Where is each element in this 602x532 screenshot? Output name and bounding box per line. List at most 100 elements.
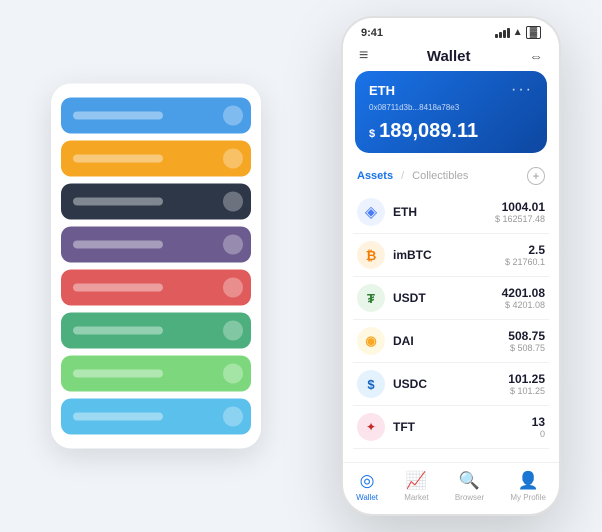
eth-symbol: ETH bbox=[393, 205, 417, 219]
status-bar: 9:41 ▲ ▓ bbox=[343, 18, 559, 43]
card-label-green bbox=[73, 327, 163, 335]
card-label-dark bbox=[73, 198, 163, 206]
usdt-amount: 4201.08 bbox=[502, 286, 545, 300]
tft-icon: ✦ bbox=[357, 413, 385, 441]
market-nav-icon: 📈 bbox=[406, 471, 427, 491]
asset-right-eth: 1004.01 $ 162517.48 bbox=[495, 200, 545, 224]
add-asset-button[interactable]: + bbox=[527, 167, 545, 185]
profile-nav-label: My Profile bbox=[510, 493, 546, 502]
card-row-light-green[interactable] bbox=[61, 356, 251, 392]
asset-left-usdc: $ USDC bbox=[357, 370, 427, 398]
battery-icon: ▓ bbox=[526, 26, 541, 39]
dai-amount: 508.75 bbox=[508, 329, 545, 343]
eth-card-address: 0x08711d3b...8418a78e3 bbox=[369, 103, 533, 112]
card-icon-orange bbox=[223, 149, 243, 169]
bottom-nav-browser[interactable]: 🔍 Browser bbox=[455, 471, 484, 502]
tab-collectibles[interactable]: Collectibles bbox=[412, 170, 468, 182]
market-nav-label: Market bbox=[404, 493, 428, 502]
card-icon-light-green bbox=[223, 364, 243, 384]
card-icon-green bbox=[223, 321, 243, 341]
browser-nav-label: Browser bbox=[455, 493, 484, 502]
usdt-icon: ₮ bbox=[357, 284, 385, 312]
bottom-nav-wallet[interactable]: ◎ Wallet bbox=[356, 471, 378, 502]
card-row-green[interactable] bbox=[61, 313, 251, 349]
tab-assets[interactable]: Assets bbox=[357, 170, 393, 182]
card-label-orange bbox=[73, 155, 163, 163]
usdc-symbol: USDC bbox=[393, 377, 427, 391]
imbtc-amount: 2.5 bbox=[505, 243, 545, 257]
phone-nav: ≡ Wallet ⇔ bbox=[343, 43, 559, 71]
scene: 9:41 ▲ ▓ ≡ Wallet ⇔ ETH ··· bbox=[21, 16, 581, 516]
eth-value: $ 162517.48 bbox=[495, 214, 545, 224]
bottom-nav-market[interactable]: 📈 Market bbox=[404, 471, 428, 502]
imbtc-icon: ₿ bbox=[357, 241, 385, 269]
asset-left-tft: ✦ TFT bbox=[357, 413, 415, 441]
asset-item-imbtc[interactable]: ₿ imBTC 2.5 $ 21760.1 bbox=[353, 234, 549, 277]
asset-item-usdt[interactable]: ₮ USDT 4201.08 $ 4201.08 bbox=[353, 277, 549, 320]
card-row-orange[interactable] bbox=[61, 141, 251, 177]
usdc-value: $ 101.25 bbox=[508, 386, 545, 396]
bottom-nav-profile[interactable]: 👤 My Profile bbox=[510, 471, 546, 502]
card-row-purple[interactable] bbox=[61, 227, 251, 263]
card-icon-red bbox=[223, 278, 243, 298]
card-icon-sky bbox=[223, 407, 243, 427]
eth-icon: ◈ bbox=[357, 198, 385, 226]
card-row-red[interactable] bbox=[61, 270, 251, 306]
asset-left-eth: ◈ ETH bbox=[357, 198, 417, 226]
tab-separator: / bbox=[401, 170, 404, 182]
asset-right-usdt: 4201.08 $ 4201.08 bbox=[502, 286, 545, 310]
card-row-sky[interactable] bbox=[61, 399, 251, 435]
imbtc-symbol: imBTC bbox=[393, 248, 432, 262]
asset-item-dai[interactable]: ◉ DAI 508.75 $ 508.75 bbox=[353, 320, 549, 363]
asset-left-usdt: ₮ USDT bbox=[357, 284, 426, 312]
wallet-nav-label: Wallet bbox=[356, 493, 378, 502]
usdc-icon: $ bbox=[357, 370, 385, 398]
card-label-red bbox=[73, 284, 163, 292]
eth-card-name: ETH bbox=[369, 83, 395, 98]
eth-card-menu[interactable]: ··· bbox=[511, 81, 533, 99]
asset-right-tft: 13 0 bbox=[532, 415, 545, 439]
asset-right-dai: 508.75 $ 508.75 bbox=[508, 329, 545, 353]
menu-icon[interactable]: ≡ bbox=[359, 47, 368, 65]
expand-icon[interactable]: ⇔ bbox=[529, 48, 543, 64]
bottom-nav: ◎ Wallet 📈 Market 🔍 Browser 👤 My Profile bbox=[343, 462, 559, 514]
asset-right-usdc: 101.25 $ 101.25 bbox=[508, 372, 545, 396]
eth-card-balance: $189,089.11 bbox=[369, 120, 533, 143]
status-icons: ▲ ▓ bbox=[495, 26, 541, 39]
asset-item-eth[interactable]: ◈ ETH 1004.01 $ 162517.48 bbox=[353, 191, 549, 234]
card-icon-blue bbox=[223, 106, 243, 126]
signal-icon bbox=[495, 28, 510, 38]
card-label-light-green bbox=[73, 370, 163, 378]
card-icon-dark bbox=[223, 192, 243, 212]
dai-value: $ 508.75 bbox=[508, 343, 545, 353]
usdt-symbol: USDT bbox=[393, 291, 426, 305]
asset-left-dai: ◉ DAI bbox=[357, 327, 414, 355]
browser-nav-icon: 🔍 bbox=[459, 471, 480, 491]
card-label-purple bbox=[73, 241, 163, 249]
balance-amount: 189,089.11 bbox=[379, 120, 478, 142]
card-stack bbox=[51, 84, 261, 449]
card-row-dark[interactable] bbox=[61, 184, 251, 220]
dai-symbol: DAI bbox=[393, 334, 414, 348]
tft-value: 0 bbox=[532, 429, 545, 439]
wallet-nav-icon: ◎ bbox=[360, 471, 375, 491]
assets-header: Assets / Collectibles + bbox=[343, 163, 559, 191]
card-label-blue bbox=[73, 112, 163, 120]
usdc-amount: 101.25 bbox=[508, 372, 545, 386]
imbtc-value: $ 21760.1 bbox=[505, 257, 545, 267]
asset-item-usdc[interactable]: $ USDC 101.25 $ 101.25 bbox=[353, 363, 549, 406]
profile-nav-icon: 👤 bbox=[518, 471, 539, 491]
dai-icon: ◉ bbox=[357, 327, 385, 355]
eth-amount: 1004.01 bbox=[495, 200, 545, 214]
usdt-value: $ 4201.08 bbox=[502, 300, 545, 310]
asset-list: ◈ ETH 1004.01 $ 162517.48 ₿ imBTC 2.5 $ … bbox=[343, 191, 559, 462]
card-label-sky bbox=[73, 413, 163, 421]
tft-symbol: TFT bbox=[393, 420, 415, 434]
assets-tabs: Assets / Collectibles bbox=[357, 170, 468, 182]
currency-symbol: $ bbox=[369, 128, 375, 140]
asset-left-imbtc: ₿ imBTC bbox=[357, 241, 432, 269]
asset-right-imbtc: 2.5 $ 21760.1 bbox=[505, 243, 545, 267]
card-row-blue[interactable] bbox=[61, 98, 251, 134]
asset-item-tft[interactable]: ✦ TFT 13 0 bbox=[353, 406, 549, 449]
eth-card[interactable]: ETH ··· 0x08711d3b...8418a78e3 $189,089.… bbox=[355, 71, 547, 153]
